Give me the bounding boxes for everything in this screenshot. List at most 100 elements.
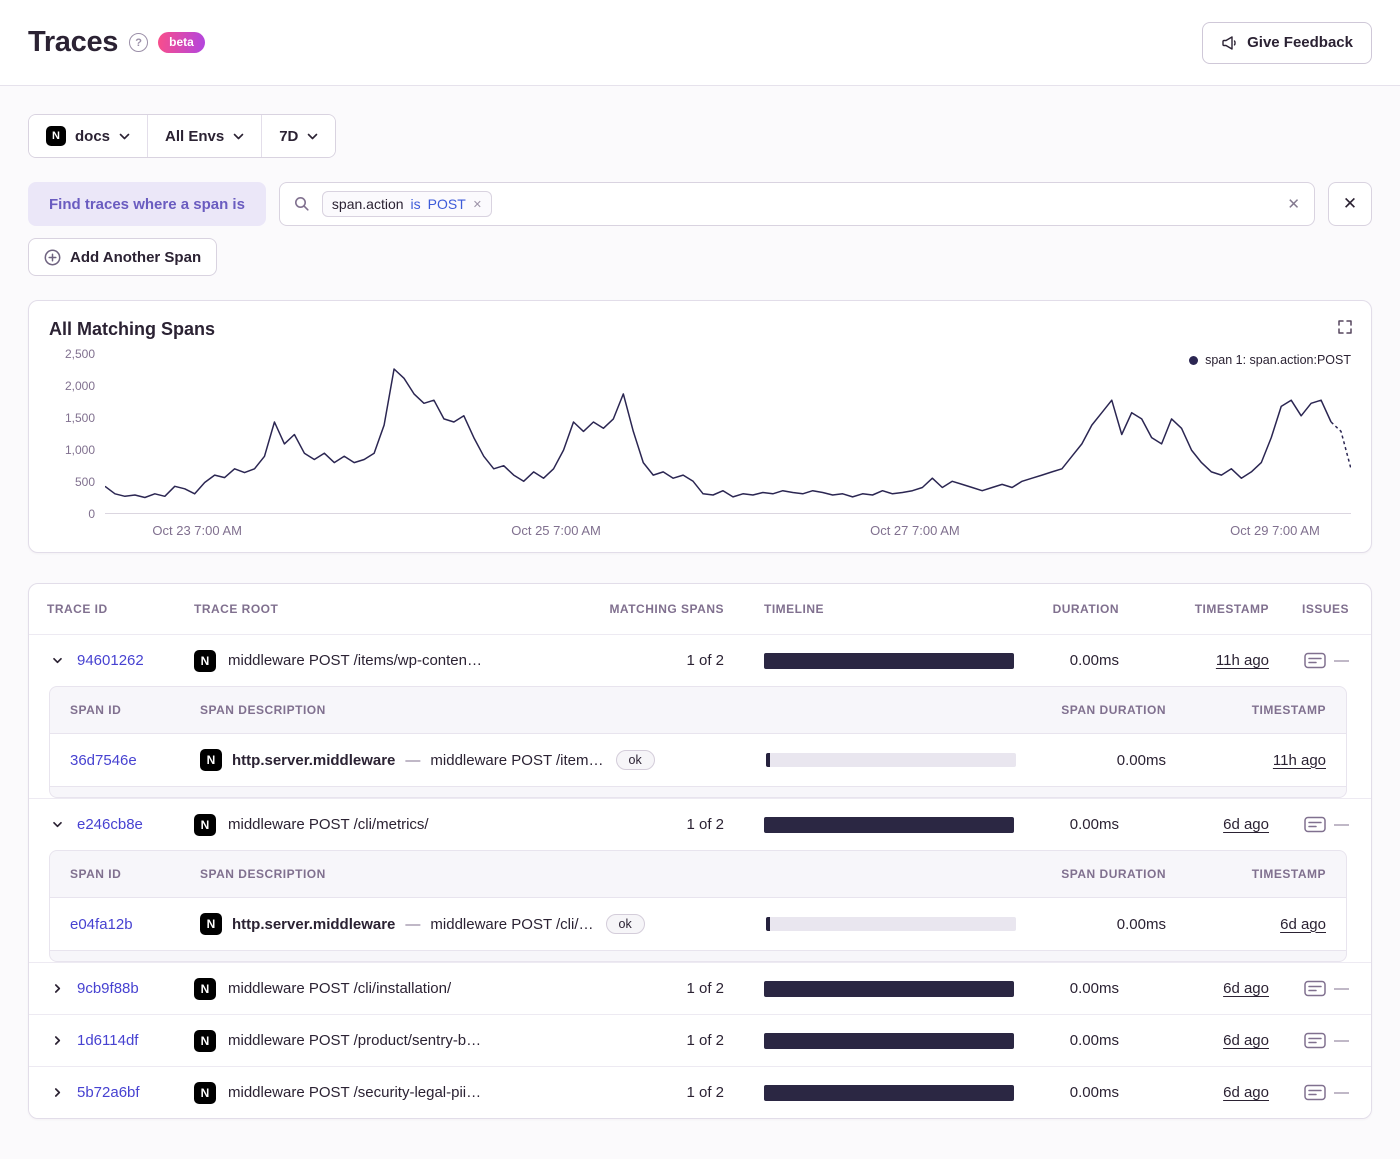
y-tick-label: 2,000 — [64, 379, 95, 393]
issues-empty-dash: — — [1334, 816, 1349, 833]
span-timestamp-link[interactable]: 11h ago — [1273, 752, 1326, 769]
timeline-bar[interactable] — [764, 1084, 1014, 1101]
header-span-id: Span ID — [70, 703, 122, 717]
span-op-label: http.server.middleware — [232, 751, 396, 769]
timestamp-link[interactable]: 6d ago — [1223, 1084, 1269, 1101]
duration-value: 0.00ms — [1069, 1032, 1119, 1049]
issues-icon[interactable] — [1304, 652, 1326, 669]
span-timeline-tick — [766, 753, 770, 767]
trace-row[interactable]: 9cb9f88b N middleware POST /cli/installa… — [29, 962, 1371, 1014]
close-search-button[interactable]: ✕ — [1328, 182, 1372, 226]
trace-id-link[interactable]: e246cb8e — [77, 816, 143, 833]
timestamp-link[interactable]: 6d ago — [1223, 1032, 1269, 1049]
span-row[interactable]: e04fa12b N http.server.middleware — midd… — [50, 897, 1346, 951]
timestamp-link[interactable]: 6d ago — [1223, 980, 1269, 997]
add-another-span-button[interactable]: Add Another Span — [28, 238, 218, 276]
issues-icon[interactable] — [1304, 1084, 1326, 1101]
timeline-bar[interactable] — [764, 1032, 1014, 1049]
x-tick-label: Oct 25 7:00 AM — [511, 523, 601, 538]
environment-filter-button[interactable]: All Envs — [147, 115, 262, 157]
header-span-timestamp: Timestamp — [1251, 703, 1326, 717]
x-axis-labels: Oct 23 7:00 AM Oct 25 7:00 AM Oct 27 7:00 … — [105, 514, 1351, 540]
span-duration-value: 0.00ms — [1116, 751, 1166, 769]
nextjs-project-icon: N — [194, 1081, 216, 1104]
token-key: span.action — [331, 196, 404, 212]
timestamp-link[interactable]: 6d ago — [1223, 816, 1269, 833]
issues-empty-dash: — — [1334, 652, 1349, 669]
date-range-filter-label: 7D — [279, 127, 299, 145]
megaphone-icon — [1221, 35, 1238, 51]
span-search-input[interactable]: span.action is POST ✕ ✕ — [278, 182, 1315, 226]
chevron-down-icon — [307, 133, 318, 140]
timestamp-link[interactable]: 11h ago — [1216, 652, 1269, 669]
date-range-filter-button[interactable]: 7D — [261, 115, 336, 157]
expand-row-chevron-icon[interactable] — [45, 977, 69, 1001]
nextjs-project-icon: N — [200, 913, 222, 935]
page-header: Traces ? beta Give Feedback — [0, 0, 1400, 86]
header-span-timestamp: Timestamp — [1251, 867, 1326, 881]
environment-filter-label: All Envs — [165, 127, 225, 145]
chevron-down-icon — [119, 133, 130, 140]
issues-empty-dash: — — [1334, 980, 1349, 997]
line-chart[interactable]: Oct 23 7:00 AM Oct 25 7:00 AM Oct 27 7:00 … — [105, 354, 1351, 540]
clear-search-icon[interactable]: ✕ — [1287, 195, 1300, 213]
expand-row-chevron-icon[interactable] — [45, 1081, 69, 1105]
header-duration: Duration — [1052, 602, 1119, 616]
filter-token[interactable]: span.action is POST ✕ — [321, 191, 492, 217]
expand-row-chevron-icon[interactable] — [45, 1029, 69, 1053]
y-tick-label: 2,500 — [64, 347, 95, 361]
give-feedback-button[interactable]: Give Feedback — [1202, 21, 1372, 64]
trace-row[interactable]: e246cb8e N middleware POST /cli/metrics/… — [29, 798, 1371, 850]
span-timestamp-link[interactable]: 6d ago — [1280, 916, 1326, 933]
issues-icon[interactable] — [1304, 980, 1326, 997]
traces-table: Trace ID Trace Root Matching Spans Timel… — [28, 583, 1372, 1119]
remove-token-icon[interactable]: ✕ — [473, 198, 482, 211]
span-id-link[interactable]: 36d7546e — [70, 752, 137, 769]
timeline-bar[interactable] — [764, 980, 1014, 997]
all-matching-spans-panel: All Matching Spans span 1: span.action:P… — [28, 300, 1372, 553]
matching-spans-count: 1 of 2 — [686, 1084, 724, 1101]
trace-id-link[interactable]: 1d6114df — [77, 1032, 138, 1049]
table-header-row: Trace ID Trace Root Matching Spans Timel… — [29, 584, 1371, 634]
header-span-id: Span ID — [70, 867, 122, 881]
add-another-span-label: Add Another Span — [70, 248, 202, 266]
find-traces-label: Find traces where a span is — [28, 182, 266, 226]
help-icon[interactable]: ? — [129, 33, 149, 52]
span-status-badge: ok — [615, 750, 655, 770]
issues-icon[interactable] — [1304, 816, 1326, 833]
trace-id-link[interactable]: 5b72a6bf — [77, 1084, 140, 1101]
timeline-bar[interactable] — [764, 816, 1014, 833]
header-timeline: Timeline — [764, 602, 824, 616]
header-trace-id: Trace ID — [47, 602, 108, 616]
duration-value: 0.00ms — [1069, 980, 1119, 997]
trace-table-body: 94601262 N middleware POST /items/wp-con… — [29, 634, 1371, 1118]
project-filter-label: docs — [75, 127, 111, 145]
span-id-link[interactable]: e04fa12b — [70, 916, 133, 933]
trace-row[interactable]: 5b72a6bf N middleware POST /security-leg… — [29, 1066, 1371, 1118]
matching-spans-count: 1 of 2 — [686, 980, 724, 997]
trace-root-label: middleware POST /cli/metrics/ — [228, 816, 429, 833]
token-value: POST — [427, 196, 466, 212]
span-op-label: http.server.middleware — [232, 915, 396, 933]
separator-dash: — — [405, 915, 421, 933]
nextjs-project-icon: N — [194, 649, 216, 672]
collapse-row-chevron-icon[interactable] — [45, 649, 69, 673]
span-row[interactable]: 36d7546e N http.server.middleware — midd… — [50, 733, 1346, 787]
chart-area: 2,500 2,000 1,500 1,000 500 0 Oct 23 7:00 AM O… — [49, 347, 1351, 540]
project-filter-button[interactable]: N docs — [29, 115, 148, 157]
page-filter-bar: N docs All Envs 7D — [28, 114, 337, 158]
fullscreen-icon[interactable] — [1337, 319, 1353, 335]
trace-id-link[interactable]: 94601262 — [77, 652, 144, 669]
header-timestamp: Timestamp — [1194, 602, 1269, 616]
nextjs-project-icon: N — [194, 1029, 216, 1052]
issues-icon[interactable] — [1304, 1032, 1326, 1049]
trace-row[interactable]: 1d6114df N middleware POST /product/sent… — [29, 1014, 1371, 1066]
y-tick-label: 1,500 — [64, 411, 95, 425]
trace-id-link[interactable]: 9cb9f88b — [77, 980, 139, 997]
trace-row[interactable]: 94601262 N middleware POST /items/wp-con… — [29, 634, 1371, 686]
span-description-label: middleware POST /cli/… — [430, 915, 594, 933]
timeline-bar[interactable] — [764, 652, 1014, 669]
header-span-duration: Span Duration — [1061, 703, 1166, 717]
collapse-row-chevron-icon[interactable] — [45, 813, 69, 837]
issues-empty-dash: — — [1334, 1084, 1349, 1101]
